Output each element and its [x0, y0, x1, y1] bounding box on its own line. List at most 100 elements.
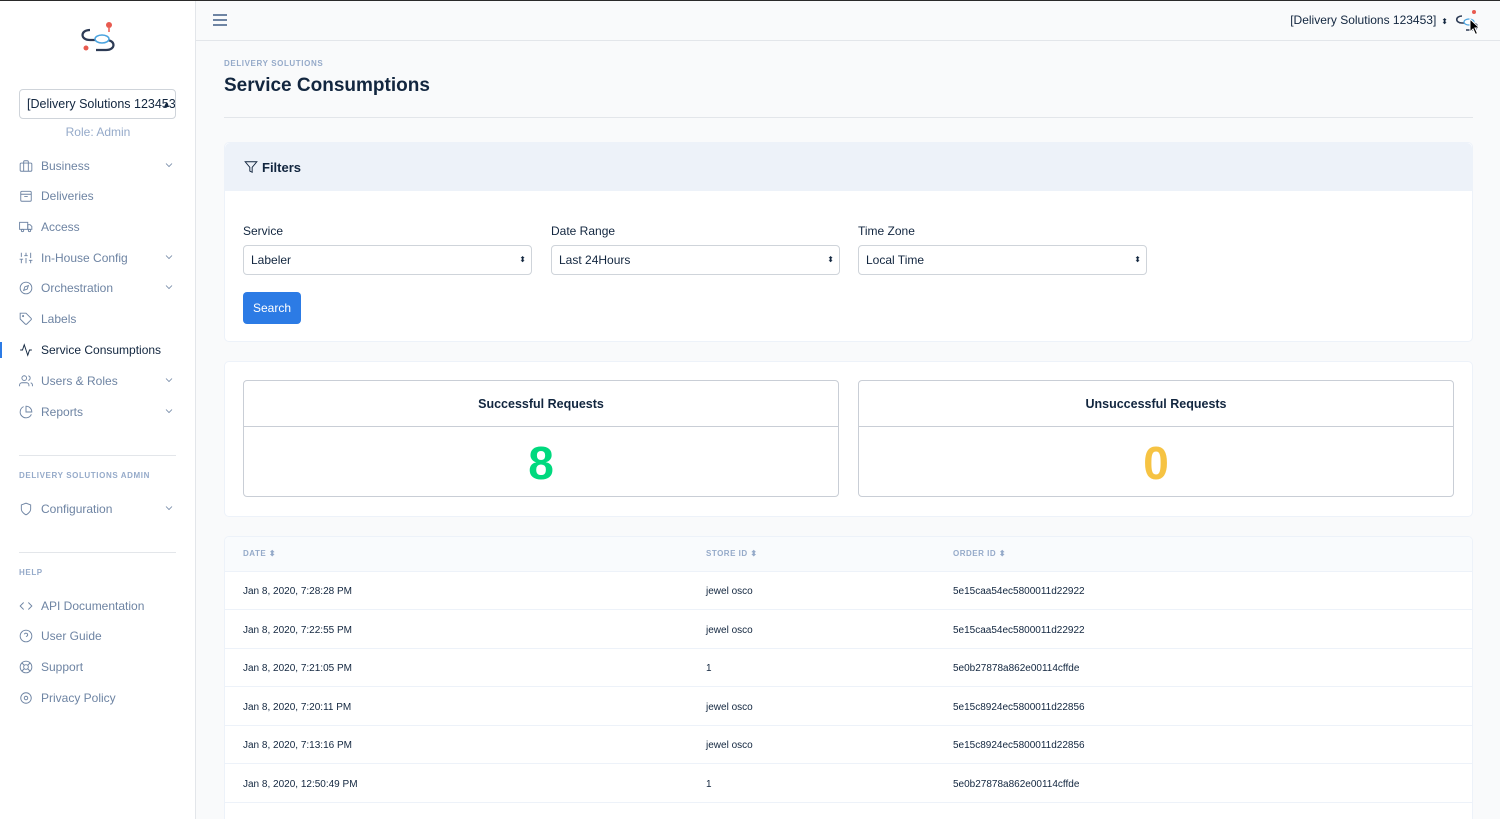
select-arrows-icon: ⬍ [1441, 17, 1448, 26]
sidebar-item-label: Business [41, 159, 90, 173]
sidebar-item-privacy-policy[interactable]: Privacy Policy [19, 687, 177, 709]
cell-order-id: 5e0b27878a862e00114cffde [953, 663, 1080, 674]
cell-order-id: 5e15c8924ec5800011d22856 [953, 740, 1085, 751]
divider [224, 117, 1473, 118]
sidebar-item-support[interactable]: Support [19, 656, 177, 678]
cell-order-id: 5e0b27878a862e00114cffde [953, 779, 1080, 790]
topbar-account-select[interactable]: [Delivery Solutions 123453] ⬍ [1290, 13, 1448, 27]
sidebar-item-api-documentation[interactable]: API Documentation [19, 595, 177, 617]
sidebar-item-label: Service Consumptions [41, 343, 162, 357]
sidebar-item-configuration[interactable]: Configuration [19, 498, 177, 520]
sidebar-item-label: Deliveries [41, 189, 94, 203]
unsuccessful-requests-label: Unsuccessful Requests [859, 381, 1453, 427]
date-range-select[interactable]: Last 24Hours ⬍ [551, 245, 840, 275]
package-icon [19, 189, 33, 203]
chevron-down-icon [163, 159, 175, 174]
tag-icon [19, 312, 33, 326]
divider [19, 552, 176, 553]
cell-store-id: 1 [706, 663, 712, 674]
menu-icon[interactable] [213, 14, 227, 26]
help-heading: HELP [19, 568, 43, 577]
table-row: Jan 8, 2020, 7:22:55 PM jewel osco 5e15c… [225, 611, 1472, 649]
table-row: Jan 8, 2020, 7:20:11 PM jewel osco 5e15c… [225, 688, 1472, 726]
date-range-label: Date Range [551, 224, 616, 238]
sidebar-item-label: Configuration [41, 502, 113, 516]
sidebar-item-user-guide[interactable]: User Guide [19, 625, 177, 647]
admin-heading: DELIVERY SOLUTIONS ADMIN [19, 471, 151, 480]
sidebar-item-access[interactable]: Access [19, 216, 177, 238]
sidebar-item-service-consumptions[interactable]: Service Consumptions [19, 339, 177, 361]
cell-store-id: jewel osco [706, 740, 753, 751]
sidebar-item-reports[interactable]: Reports [19, 401, 177, 423]
select-arrows-icon: ⬍ [519, 255, 526, 264]
sidebar-item-label: Reports [41, 405, 84, 419]
chevron-down-icon [163, 251, 175, 266]
service-select-value: Labeler [251, 253, 292, 267]
column-header-store-id[interactable]: STORE ID ⬍ [706, 549, 758, 558]
sidebar-item-in-house-config[interactable]: In-House Config [19, 247, 177, 269]
sidebar-item-label: Access [41, 220, 80, 234]
help-circle-icon [19, 629, 33, 643]
account-select[interactable]: [Delivery Solutions 123453] ▲ [19, 89, 176, 119]
chevron-down-icon [163, 502, 175, 517]
page-title: Service Consumptions [224, 75, 430, 96]
column-header-label: DATE [243, 549, 267, 558]
table-row: Jan 8, 2020, 7:21:05 PM 1 5e0b27878a862e… [225, 649, 1472, 687]
sliders-icon [19, 251, 33, 265]
filters-header: Filters [225, 143, 1472, 191]
successful-requests-label: Successful Requests [244, 381, 838, 427]
sidebar-item-label: Labels [41, 312, 77, 326]
cell-store-id: jewel osco [706, 586, 753, 597]
cell-date: Jan 8, 2020, 7:21:05 PM [243, 663, 352, 674]
cell-store-id: 1 [706, 779, 712, 790]
truck-icon [19, 220, 33, 234]
table-row: Jan 8, 2020, 7:28:28 PM jewel osco 5e15c… [225, 572, 1472, 610]
successful-requests-box: Successful Requests 8 [243, 380, 839, 497]
unsuccessful-requests-count: 0 [1143, 437, 1169, 489]
cell-order-id: 5e15caa54ec5800011d22922 [953, 625, 1085, 636]
sidebar-item-business[interactable]: Business [19, 155, 177, 177]
users-icon [19, 374, 33, 388]
time-zone-label: Time Zone [858, 224, 915, 238]
date-range-select-value: Last 24Hours [559, 253, 631, 267]
service-label: Service [243, 224, 284, 238]
sidebar-item-label: Orchestration [41, 281, 114, 295]
sidebar-item-users-roles[interactable]: Users & Roles [19, 370, 177, 392]
briefcase-icon [19, 159, 33, 173]
chevron-down-icon [163, 405, 175, 420]
chevron-down-icon [163, 281, 175, 296]
cell-store-id: jewel osco [706, 625, 753, 636]
sidebar-item-label: API Documentation [41, 599, 145, 613]
cell-date: Jan 8, 2020, 7:28:28 PM [243, 586, 352, 597]
active-indicator [0, 342, 2, 358]
topbar: [Delivery Solutions 123453] ⬍ [196, 1, 1500, 41]
chevron-down-icon [163, 374, 175, 389]
mouse-cursor-icon [1469, 18, 1481, 36]
sidebar-item-deliveries[interactable]: Deliveries [19, 185, 177, 207]
column-header-date[interactable]: DATE ⬍ [243, 549, 276, 558]
filter-icon [244, 161, 258, 174]
cell-date: Jan 8, 2020, 7:13:16 PM [243, 740, 352, 751]
select-arrows-icon: ▲ [162, 99, 171, 109]
sidebar-item-labels[interactable]: Labels [19, 308, 177, 330]
life-buoy-icon [19, 660, 33, 674]
sidebar-item-label: User Guide [41, 629, 102, 643]
cell-order-id: 5e15c8924ec5800011d22856 [953, 702, 1085, 713]
search-button[interactable]: Search [243, 292, 301, 324]
cell-date: Jan 8, 2020, 7:22:55 PM [243, 625, 352, 636]
logo-icon[interactable] [76, 18, 120, 54]
cell-order-id: 5e15caa54ec5800011d22922 [953, 586, 1085, 597]
column-header-order-id[interactable]: ORDER ID ⬍ [953, 549, 1006, 558]
account-select-value: [Delivery Solutions 123453] [27, 97, 176, 111]
settings-icon [19, 691, 33, 705]
code-icon [19, 599, 33, 613]
unsuccessful-requests-box: Unsuccessful Requests 0 [858, 380, 1454, 497]
cell-date: Jan 8, 2020, 7:20:11 PM [243, 702, 352, 713]
sidebar-item-orchestration[interactable]: Orchestration [19, 277, 177, 299]
filters-card: Filters Service Labeler ⬍ Date Range Las… [224, 142, 1473, 342]
select-arrows-icon: ⬍ [827, 255, 834, 264]
successful-requests-count: 8 [528, 437, 554, 489]
service-select[interactable]: Labeler ⬍ [243, 245, 532, 275]
time-zone-select[interactable]: Local Time ⬍ [858, 245, 1147, 275]
cell-store-id: jewel osco [706, 702, 753, 713]
